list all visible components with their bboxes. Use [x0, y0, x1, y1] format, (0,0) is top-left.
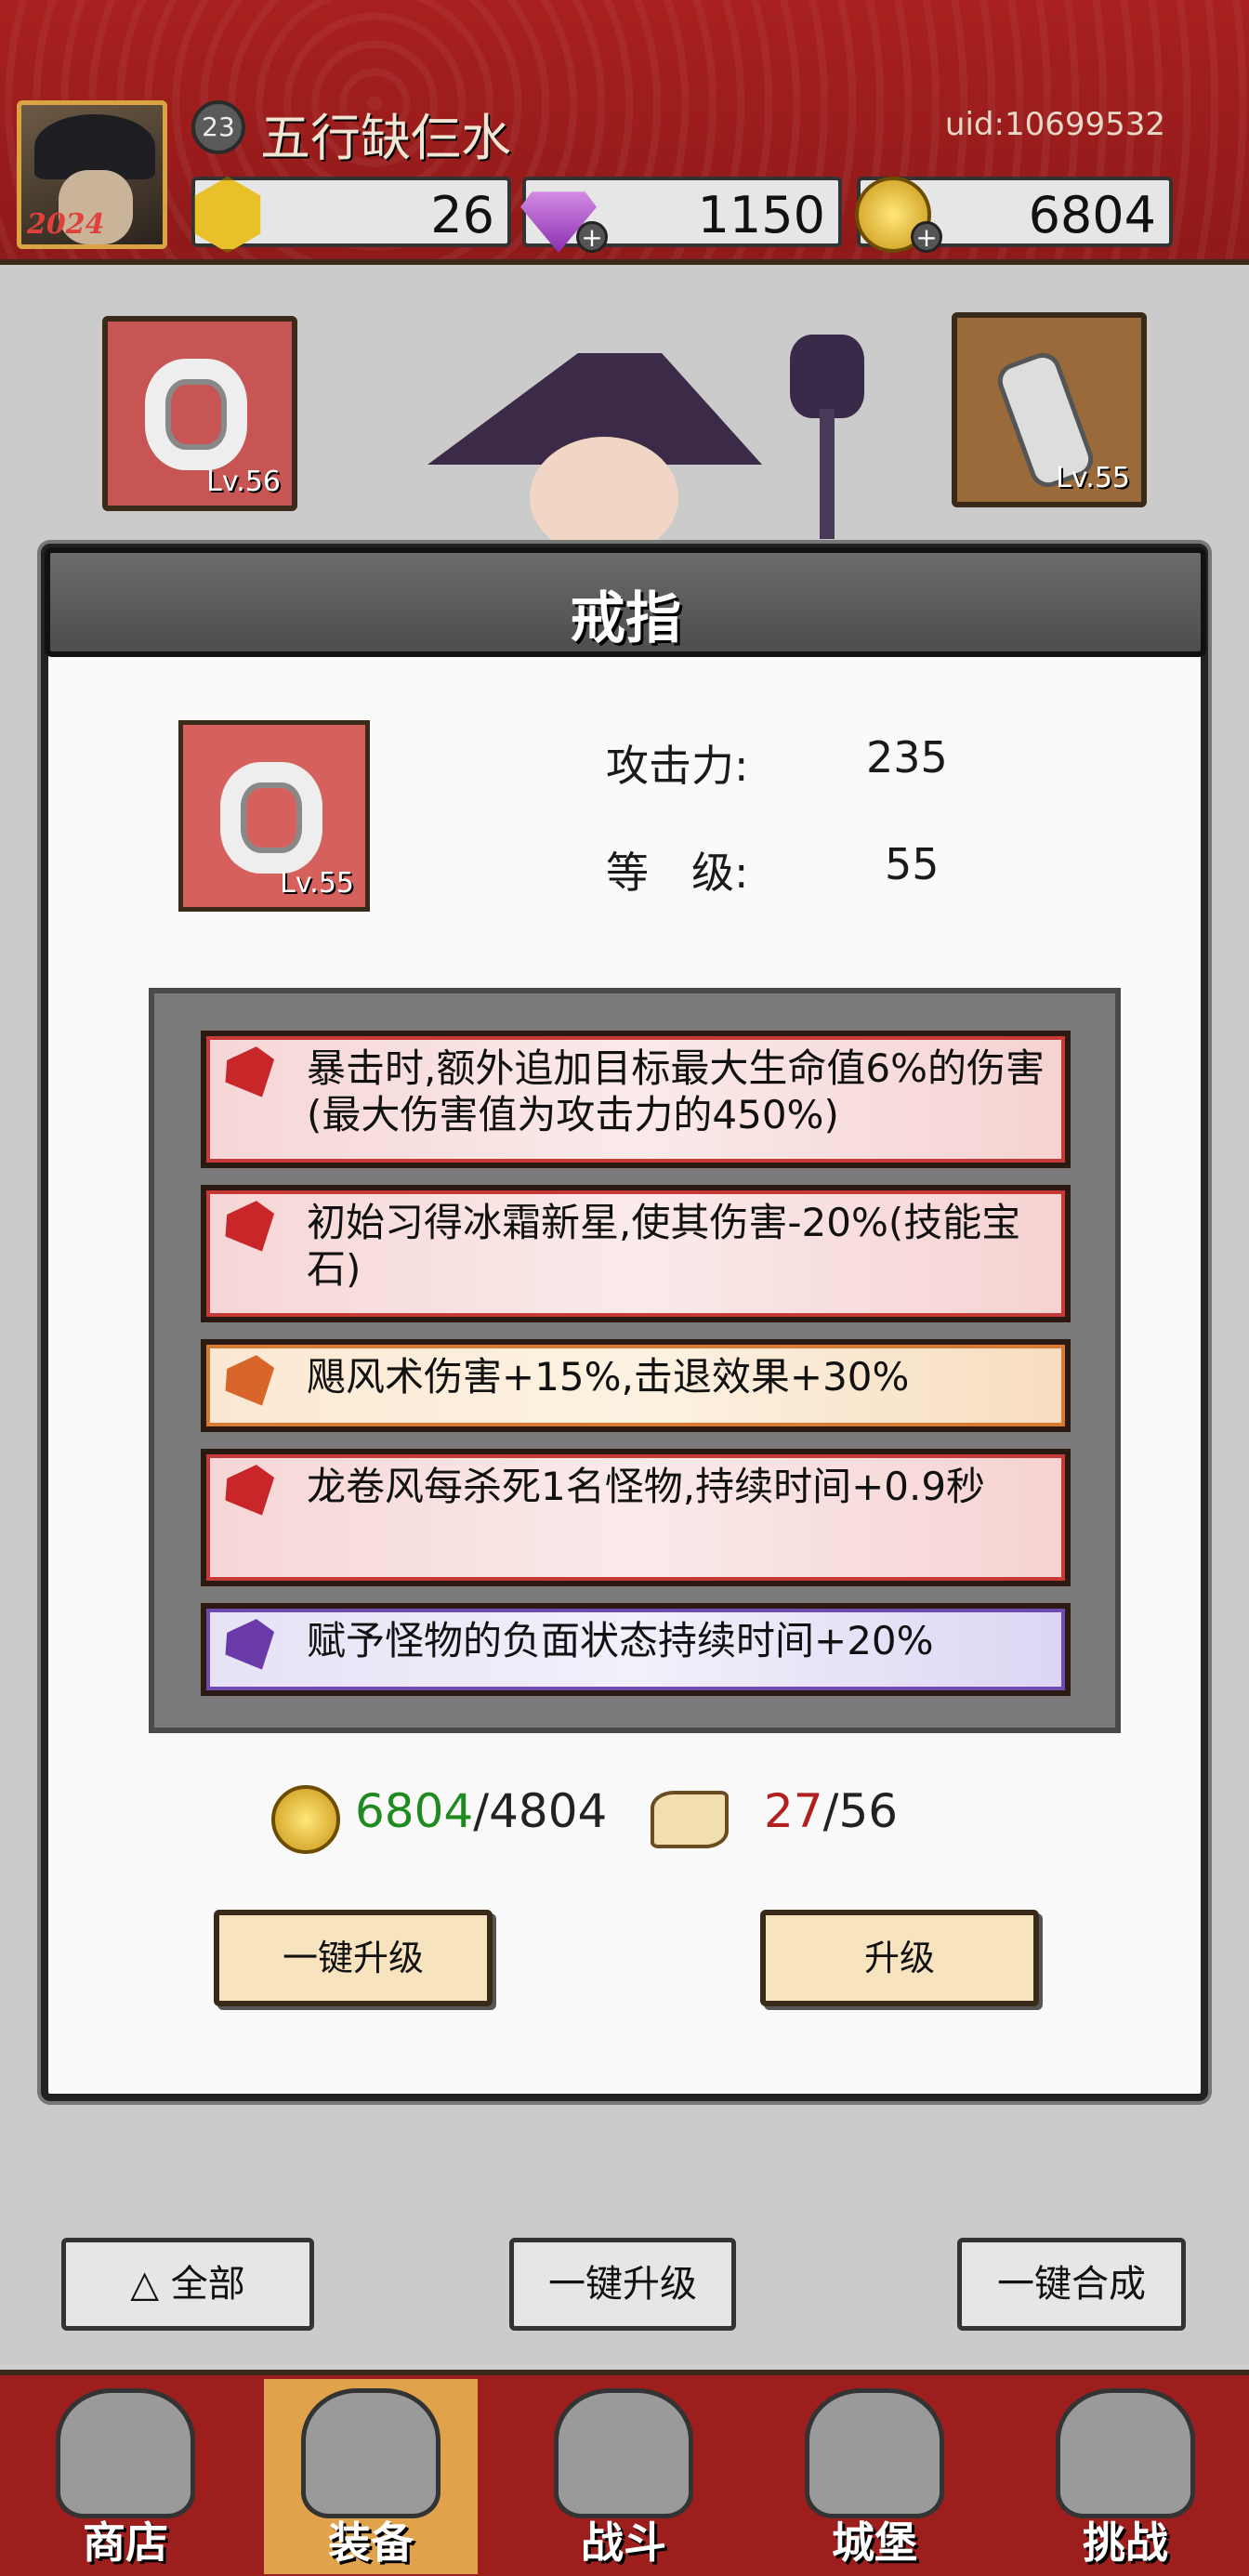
- coin-counter[interactable]: + 6804: [855, 177, 1173, 253]
- staff-orb: [790, 335, 864, 418]
- affix-item: 飓风术伤害+15%,击退效果+30%: [201, 1339, 1071, 1432]
- affix-text: 飓风术伤害+15%,击退效果+30%: [307, 1354, 910, 1400]
- equipped-bracer-level: Lv.55: [1056, 462, 1130, 494]
- crossed-swords-icon: [554, 2388, 693, 2518]
- tab-equipment[interactable]: 装备: [264, 2379, 478, 2574]
- add-gems-plus-icon[interactable]: +: [576, 221, 608, 253]
- coin-have: 6804: [355, 1784, 474, 1838]
- coin-cost: 6804/4804: [355, 1784, 607, 1838]
- red-gem-icon: [217, 1460, 287, 1527]
- coin-value: 6804: [1028, 186, 1156, 244]
- witch-staff: [771, 316, 883, 539]
- gem-counter[interactable]: + 1150: [520, 177, 842, 253]
- energy-counter: 26: [191, 177, 511, 253]
- affix-item: 赋予怪物的负面状态持续时间+20%: [201, 1603, 1071, 1696]
- scroll-need: /56: [822, 1784, 899, 1838]
- bulk-merge-button[interactable]: 一键合成: [957, 2238, 1186, 2331]
- orange-gem-icon: [217, 1350, 287, 1417]
- tab-shop[interactable]: 商店: [19, 2379, 232, 2574]
- shop-icon: [56, 2388, 195, 2518]
- witch-face: [530, 437, 678, 558]
- affix-item: 龙卷风每杀死1名怪物,持续时间+0.9秒: [201, 1449, 1071, 1586]
- tab-label: 商店: [83, 2517, 168, 2568]
- shield-icon: [1056, 2388, 1195, 2518]
- ring-icon: [220, 762, 322, 874]
- energy-value: 26: [430, 186, 494, 244]
- castle-icon: [805, 2388, 944, 2518]
- tab-label: 城堡: [832, 2517, 917, 2568]
- backpack-icon: [301, 2388, 440, 2518]
- modal-title-bar: 戒指: [45, 547, 1206, 657]
- tab-label: 装备: [328, 2517, 414, 2568]
- red-gem-icon: [217, 1042, 287, 1109]
- equipped-ring-slot[interactable]: Lv.56: [102, 316, 297, 511]
- bulk-upgrade-button[interactable]: 一键升级: [509, 2238, 736, 2331]
- gem-value: 1150: [697, 186, 825, 244]
- affix-text: 初始习得冰霜新星,使其伤害-20%(技能宝石): [307, 1200, 1021, 1292]
- red-gem-icon: [217, 1196, 287, 1263]
- scroll-cost: 27/56: [764, 1784, 898, 1838]
- coin-need: /4804: [473, 1784, 608, 1838]
- modal-title: 戒指: [570, 586, 681, 651]
- one-key-upgrade-button[interactable]: 一键升级: [214, 1910, 493, 2006]
- attack-label: 攻击力:: [606, 741, 749, 791]
- affix-text: 赋予怪物的负面状态持续时间+20%: [307, 1618, 934, 1663]
- player-avatar[interactable]: 2024: [17, 100, 167, 249]
- avatar-year: 2024: [27, 208, 105, 241]
- purple-gem-icon: [217, 1614, 287, 1681]
- tab-castle[interactable]: 城堡: [768, 2379, 981, 2574]
- ring-icon: [145, 359, 247, 470]
- item-detail-modal: 戒指 Lv.55 攻击力: 235 等 级: 55 暴击时,额外追加目标最大生命…: [41, 544, 1208, 2101]
- player-uid: uid:10699532: [944, 106, 1165, 143]
- add-coins-plus-icon[interactable]: +: [911, 221, 942, 253]
- player-name: 五行缺仨水: [260, 109, 511, 167]
- affix-text: 龙卷风每杀死1名怪物,持续时间+0.9秒: [307, 1464, 986, 1509]
- equipped-ring-level: Lv.56: [206, 466, 281, 498]
- tab-label: 战斗: [581, 2517, 666, 2568]
- staff-stick: [820, 409, 835, 539]
- filter-triangle-icon: △: [130, 2263, 171, 2306]
- filter-all-button[interactable]: △ 全部: [61, 2238, 314, 2331]
- witch-character: [427, 316, 818, 558]
- tab-label: 挑战: [1083, 2517, 1168, 2568]
- attack-value: 235: [866, 732, 948, 782]
- level-label: 等 级:: [606, 848, 749, 898]
- item-icon-frame: Lv.55: [178, 720, 370, 912]
- coin-cost-icon: [271, 1785, 340, 1854]
- tab-battle[interactable]: 战斗: [517, 2379, 730, 2574]
- energy-hex-icon: [194, 177, 261, 253]
- item-level-badge: Lv.55: [280, 867, 354, 900]
- affix-text: 暴击时,额外追加目标最大生命值6%的伤害(最大伤害值为攻击力的450%): [307, 1045, 1045, 1137]
- level-value: 55: [885, 839, 940, 889]
- filter-label: 全部: [170, 2263, 245, 2306]
- tab-challenge[interactable]: 挑战: [1019, 2379, 1232, 2574]
- player-level-badge: 23: [191, 100, 245, 154]
- scroll-have: 27: [764, 1784, 823, 1838]
- equipped-bracer-slot[interactable]: Lv.55: [952, 312, 1147, 507]
- affix-item: 初始习得冰霜新星,使其伤害-20%(技能宝石): [201, 1185, 1071, 1322]
- affix-item: 暴击时,额外追加目标最大生命值6%的伤害(最大伤害值为攻击力的450%): [201, 1031, 1071, 1168]
- upgrade-button[interactable]: 升级: [760, 1910, 1039, 2006]
- affix-list: 暴击时,额外追加目标最大生命值6%的伤害(最大伤害值为攻击力的450%) 初始习…: [149, 988, 1121, 1733]
- scroll-cost-icon: [651, 1791, 729, 1848]
